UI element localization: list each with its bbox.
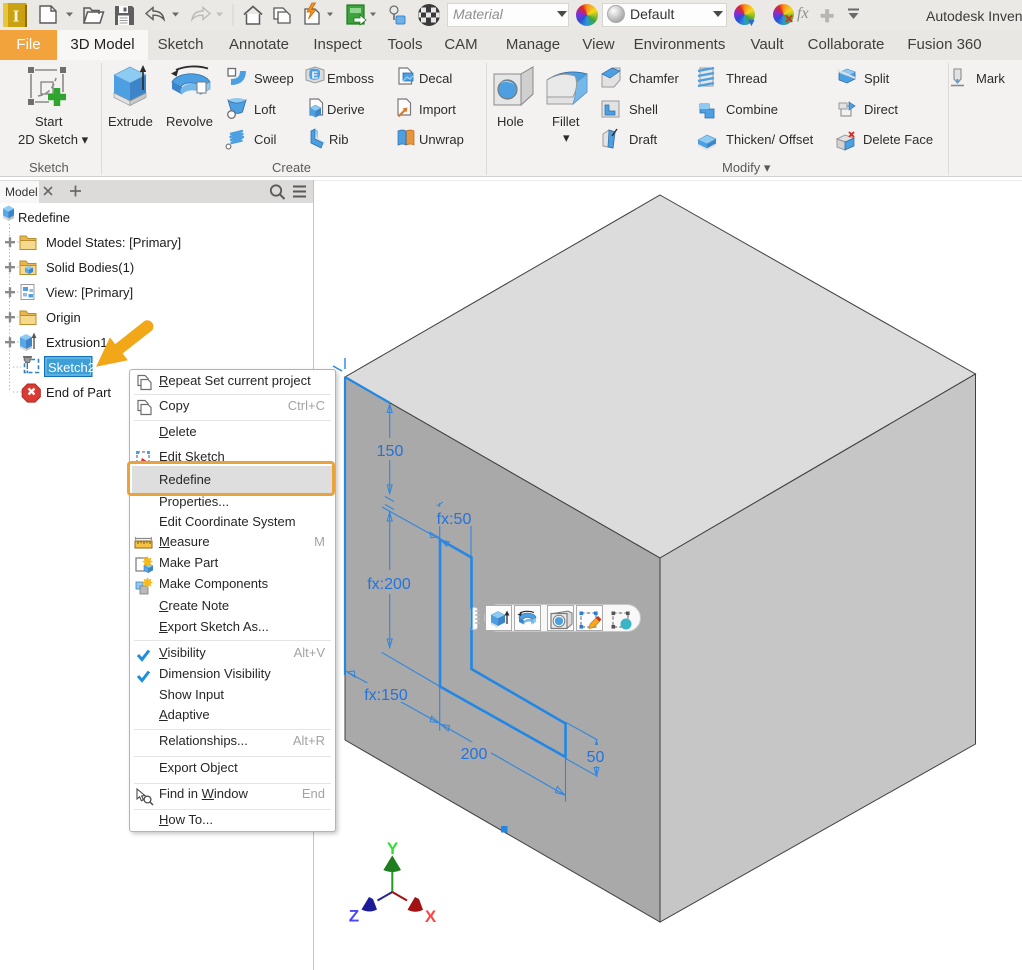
svg-text:50: 50 — [587, 749, 605, 766]
svg-text:E: E — [312, 71, 319, 82]
svg-text:Y: Y — [387, 839, 399, 858]
svg-text:fx:50: fx:50 — [437, 511, 472, 528]
svg-text:200: 200 — [461, 746, 488, 763]
svg-text:Z: Z — [349, 907, 359, 926]
svg-text:X: X — [425, 907, 437, 926]
svg-text:I: I — [13, 7, 20, 26]
svg-text:fx:200: fx:200 — [367, 576, 411, 593]
svg-text:150: 150 — [377, 443, 404, 460]
svg-text:fx:150: fx:150 — [364, 687, 408, 704]
